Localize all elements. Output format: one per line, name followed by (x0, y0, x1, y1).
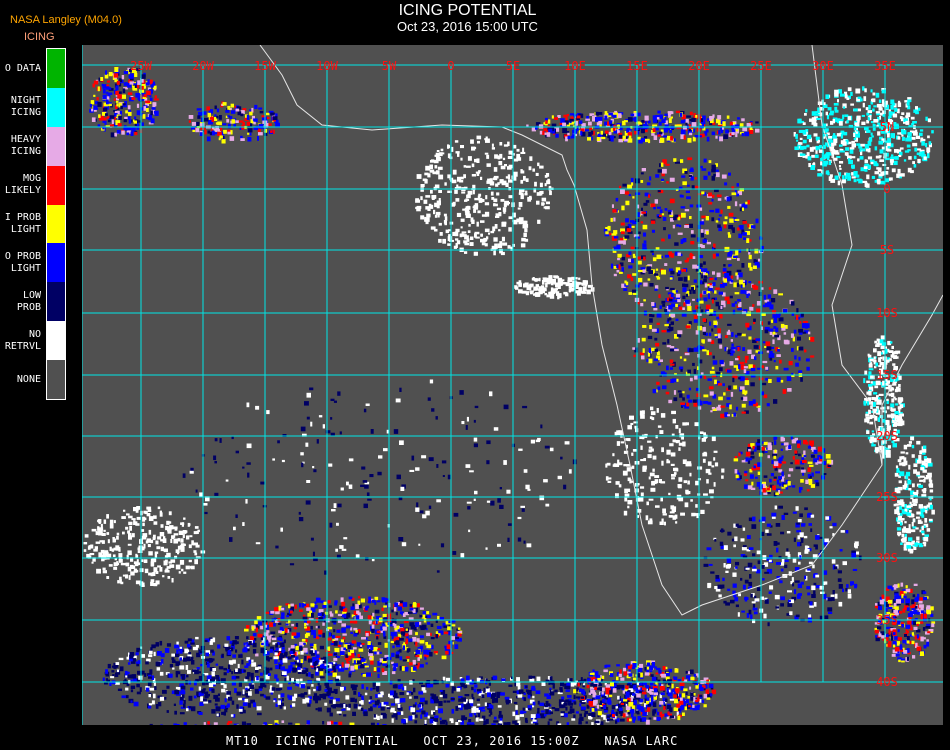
legend-label: HEAVY ICING (10, 134, 41, 158)
longitude-label: 20E (688, 59, 710, 73)
latitude-label: 10S (876, 306, 898, 320)
page-title: ICING POTENTIAL (398, 2, 537, 19)
organization-label: NASA Langley (M04.0) (10, 14, 122, 26)
longitude-label: 15E (626, 59, 648, 73)
longitude-label: 25W (130, 59, 152, 73)
legend-swatch (47, 126, 65, 166)
legend-label: LOW PROB (16, 289, 41, 313)
latitude-label: 30S (876, 551, 898, 565)
footer-caption: MT10 ICING POTENTIAL OCT 23, 2016 15:00Z… (226, 734, 679, 748)
datetime-label: Oct 23, 2016 15:00 UTC (397, 19, 538, 34)
product-label: ICING (24, 31, 55, 43)
latitude-label: 25S (876, 490, 898, 504)
longitude-label: 10E (564, 59, 586, 73)
latitude-label: 35S (876, 613, 898, 627)
longitude-label: 5W (382, 59, 397, 73)
legend-swatch (47, 243, 65, 283)
color-legend (46, 48, 66, 401)
legend-swatch (47, 87, 65, 127)
legend-label: O DATA (4, 62, 41, 74)
longitude-label: 15W (254, 59, 276, 73)
longitude-label: 0 (447, 59, 454, 73)
latitude-label: 5N (880, 120, 894, 134)
longitude-label: 10W (316, 59, 338, 73)
latitude-label: 20S (876, 429, 898, 443)
legend-swatch (47, 282, 65, 322)
legend-label: NO RETRVL (4, 328, 41, 352)
legend-swatch (47, 204, 65, 244)
latitude-label: 40S (876, 675, 898, 689)
legend-swatch (47, 49, 65, 88)
legend-label: O PROB LIGHT (4, 251, 41, 274)
latitude-label: 0 (883, 182, 890, 196)
legend-label: NIGHT ICING (10, 95, 41, 119)
longitude-label: 30E (812, 59, 834, 73)
legend-swatch (47, 165, 65, 205)
icing-map: 25W 20W 15W 10W 5W 0 5E 10E 15E 20E 25E 30E 35E 5N 0 5S… (82, 45, 943, 725)
longitude-label: 35E (874, 59, 896, 73)
latitude-label: 15S (876, 368, 898, 382)
legend-swatch (47, 321, 65, 361)
legend-swatch (47, 360, 65, 400)
longitude-label: 5E (506, 59, 520, 73)
legend-label: NONE (16, 373, 41, 385)
legend-label: MOG LIKELY (4, 173, 41, 197)
longitude-label: 25E (750, 59, 772, 73)
longitude-label: 20W (192, 59, 214, 73)
latitude-label: 5S (880, 243, 894, 257)
legend-label: I PROB LIGHT (4, 212, 41, 236)
